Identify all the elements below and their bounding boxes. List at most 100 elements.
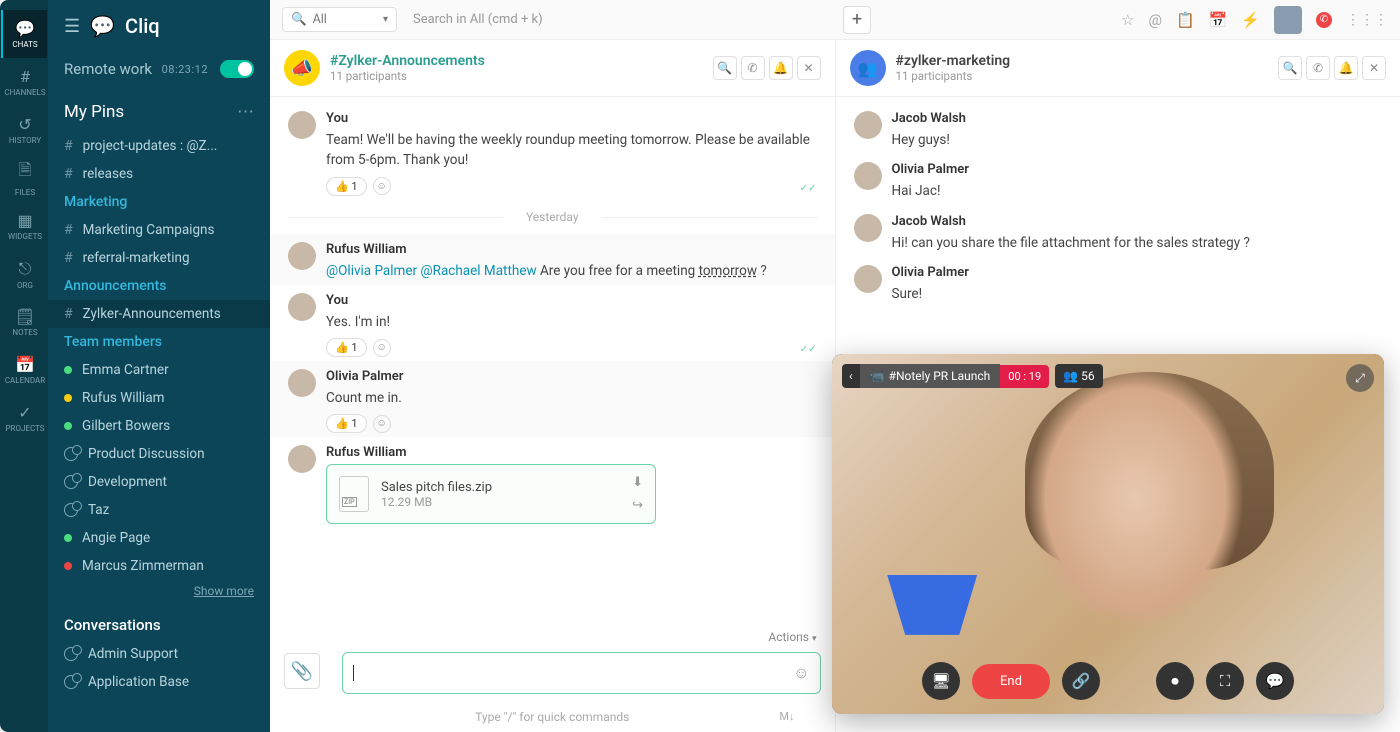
calendar-icon[interactable]: 📅: [1209, 11, 1228, 29]
rail-item-history[interactable]: ↺HISTORY: [1, 106, 47, 154]
rail-item-notes[interactable]: 🗒NOTES: [1, 298, 47, 346]
add-reaction-icon[interactable]: ☺: [373, 177, 391, 195]
call-indicator[interactable]: ✆: [1316, 12, 1332, 28]
record-button[interactable]: ⏺: [1156, 662, 1194, 700]
share-icon[interactable]: ↪: [632, 498, 643, 513]
download-icon[interactable]: ⬇: [632, 475, 643, 490]
sidebar-item[interactable]: Angie Page: [48, 524, 270, 552]
pin-item[interactable]: #releases: [48, 160, 270, 188]
read-tick-icon: ✓✓: [800, 183, 817, 194]
group-icon: [64, 475, 78, 489]
group-icon: [64, 447, 78, 461]
left-pane: #Zylker-Announcements 11 participants 🔍 …: [270, 40, 836, 732]
star-icon[interactable]: ☆: [1121, 11, 1134, 29]
mode-toggle[interactable]: [220, 60, 254, 78]
sidebar-item[interactable]: #referral-marketing: [48, 244, 270, 272]
sidebar-item[interactable]: #Marketing Campaigns: [48, 216, 270, 244]
zap-icon[interactable]: ⚡: [1241, 11, 1260, 29]
add-reaction-icon[interactable]: ☺: [373, 415, 391, 433]
call-icon[interactable]: ✆: [741, 56, 765, 80]
file-attachment[interactable]: Sales pitch files.zip12.29 MB⬇↪: [326, 464, 656, 524]
status-dot: [64, 422, 72, 430]
call-icon[interactable]: ✆: [1306, 56, 1330, 80]
rail-item-channels[interactable]: #CHANNELS: [1, 58, 47, 106]
apps-icon[interactable]: ⋮⋮⋮: [1346, 12, 1388, 28]
chat-button[interactable]: 💬: [1256, 662, 1294, 700]
message-author: Olivia Palmer: [326, 369, 817, 384]
at-icon[interactable]: @: [1148, 11, 1161, 29]
time-label: 08:23:12: [162, 63, 208, 76]
mention[interactable]: @Rachael Matthew: [421, 263, 537, 279]
actions-menu[interactable]: Actions ▾: [270, 626, 835, 648]
sidebar-item[interactable]: Development: [48, 468, 270, 496]
sidebar-item[interactable]: Rufus William: [48, 384, 270, 412]
channel-name[interactable]: #Zylker-Announcements: [330, 53, 485, 69]
rail-icon: #: [20, 67, 30, 86]
section-title[interactable]: Team members: [48, 328, 270, 356]
message-composer[interactable]: ☺: [342, 652, 821, 694]
video-back-button[interactable]: ‹: [842, 364, 860, 388]
sidebar-item[interactable]: Product Discussion: [48, 440, 270, 468]
channel-icon: 👥: [850, 50, 886, 86]
pins-menu-icon[interactable]: ⋯: [237, 102, 254, 122]
video-participant-count[interactable]: 👥 56: [1055, 364, 1102, 388]
message-author: Jacob Walsh: [892, 111, 1383, 126]
close-icon[interactable]: ✕: [797, 56, 821, 80]
fullscreen-button[interactable]: ⛶: [1206, 662, 1244, 700]
message-author: Olivia Palmer: [892, 162, 1383, 177]
avatar: [854, 162, 882, 190]
rail-item-files[interactable]: 🗎FILES: [1, 154, 47, 202]
user-avatar[interactable]: [1274, 6, 1302, 34]
pin-item[interactable]: #project-updates : @Z...: [48, 132, 270, 160]
emoji-icon[interactable]: ☺: [793, 663, 809, 683]
search-channel-icon[interactable]: 🔍: [713, 56, 737, 80]
message-text: @Olivia Palmer @Rachael Matthew Are you …: [326, 261, 817, 281]
sidebar-item[interactable]: Marcus Zimmerman: [48, 552, 270, 580]
section-title[interactable]: Marketing: [48, 188, 270, 216]
conversation-item[interactable]: Admin Support: [48, 640, 270, 668]
menu-icon[interactable]: ☰: [64, 16, 80, 37]
clipboard-icon[interactable]: 📋: [1176, 11, 1195, 29]
rail-item-chats[interactable]: 💬CHATS: [1, 10, 47, 58]
rail-item-calendar[interactable]: 📅CALENDAR: [1, 346, 47, 394]
scope-select[interactable]: 🔍All ▾: [282, 7, 397, 32]
screenshare-button[interactable]: 🖥: [922, 662, 960, 700]
channel-name[interactable]: #zylker-marketing: [896, 53, 1011, 69]
close-icon[interactable]: ✕: [1362, 56, 1386, 80]
chevron-down-icon: ▾: [383, 14, 388, 25]
add-reaction-icon[interactable]: ☺: [373, 339, 391, 357]
avatar: [854, 214, 882, 242]
message: Rufus WilliamSales pitch files.zip12.29 …: [270, 437, 835, 528]
attach-button[interactable]: 📎: [284, 653, 320, 689]
end-call-button[interactable]: End: [972, 664, 1050, 699]
sidebar-item[interactable]: Taz: [48, 496, 270, 524]
section-title[interactable]: Announcements: [48, 272, 270, 300]
sidebar-item[interactable]: Emma Cartner: [48, 356, 270, 384]
sidebar-item[interactable]: #Zylker-Announcements: [48, 300, 270, 328]
rail-icon: ↺: [18, 115, 31, 134]
hash-icon: #: [64, 306, 73, 322]
sidebar-item[interactable]: Gilbert Bowers: [48, 412, 270, 440]
conversation-item[interactable]: Application Base: [48, 668, 270, 696]
conversations-title: Conversations: [48, 602, 270, 640]
mode-label: Remote work: [64, 60, 152, 78]
reaction-pill[interactable]: 👍 1: [326, 414, 367, 433]
search-input[interactable]: Search in All (cmd + k): [405, 8, 835, 31]
rail-item-projects[interactable]: ✓PROJECTS: [1, 394, 47, 442]
search-channel-icon[interactable]: 🔍: [1278, 56, 1302, 80]
rail-item-widgets[interactable]: ▦WIDGETS: [1, 202, 47, 250]
hash-icon: #: [64, 250, 73, 266]
message: Jacob WalshHey guys!: [836, 103, 1400, 154]
rail-item-org[interactable]: ⎋ORG: [1, 250, 47, 298]
reaction-pill[interactable]: 👍 1: [326, 338, 367, 357]
expand-icon[interactable]: ⤢: [1346, 364, 1374, 392]
mention[interactable]: @Olivia Palmer: [326, 263, 417, 279]
add-button[interactable]: +: [843, 6, 871, 34]
bell-icon[interactable]: 🔔: [1334, 56, 1358, 80]
bell-icon[interactable]: 🔔: [769, 56, 793, 80]
link-button[interactable]: 🔗: [1062, 662, 1100, 700]
avatar: [854, 265, 882, 293]
rail-icon: 📅: [15, 355, 35, 374]
reaction-pill[interactable]: 👍 1: [326, 177, 367, 196]
show-more-link[interactable]: Show more: [48, 580, 270, 602]
